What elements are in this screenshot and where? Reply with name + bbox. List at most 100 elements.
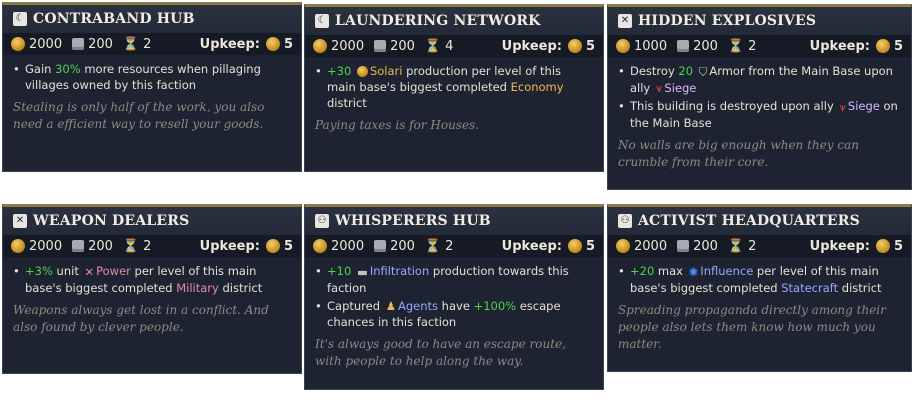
unit-name: Agents bbox=[398, 298, 439, 313]
effect-bullet: • +20 max ✺ Influence per level of this m… bbox=[618, 264, 882, 295]
effect-value: +10 bbox=[327, 264, 352, 278]
card-header: ☾ LAUNDERING NETWORK bbox=[305, 7, 603, 35]
solari-coin-icon bbox=[567, 239, 582, 253]
solari-coin-icon bbox=[313, 39, 327, 53]
upkeep-label: Upkeep: bbox=[809, 238, 870, 254]
hourglass-icon: ⏳ bbox=[727, 238, 745, 254]
solari-coin-icon bbox=[11, 239, 25, 253]
stone-cost: 200 bbox=[390, 238, 415, 254]
gold-cost: 2000 bbox=[331, 38, 365, 54]
card-contraband-hub: ☾ CONTRABAND HUB 2000 200 ⏳ 2 Upkeep: 5 • … bbox=[2, 2, 302, 172]
resource-name: Infiltration bbox=[369, 264, 430, 278]
effect-value: 30% bbox=[55, 62, 81, 76]
swords-icon: ✕ bbox=[618, 14, 632, 28]
solari-coin-icon bbox=[11, 37, 25, 51]
hourglass-icon: ⏳ bbox=[424, 38, 442, 54]
siege-icon: ⩛ bbox=[655, 81, 663, 95]
effect-text: district bbox=[218, 280, 263, 295]
stone-icon bbox=[72, 240, 85, 252]
shield-icon: ⛉ bbox=[698, 64, 708, 79]
effect-bullet: • Captured ♟ Agents have +100% escape cha… bbox=[315, 298, 561, 330]
card-title: HIDDEN EXPLOSIVES bbox=[638, 13, 817, 29]
flavor-text: No walls are big enough when they can cr… bbox=[618, 137, 859, 169]
effect-text: district bbox=[838, 280, 882, 295]
agents-icon: ⚇ bbox=[618, 214, 632, 228]
resource-name: Influence bbox=[700, 264, 754, 278]
cost-row: 2000 200 ⏳ 2 Upkeep: 5 bbox=[608, 235, 911, 257]
effect-bullet: • Gain 30% more resources when pillaging… bbox=[13, 62, 261, 92]
effect-text: Destroy bbox=[630, 64, 679, 78]
card-header: ⚇ WHISPERERS HUB bbox=[305, 207, 603, 235]
hourglass-icon: ⏳ bbox=[424, 238, 442, 254]
flavor-text: It's always good to have an escape route… bbox=[315, 337, 566, 368]
effect-value: +100% bbox=[473, 298, 517, 313]
district-name: Statecraft bbox=[781, 280, 839, 295]
solari-coin-icon bbox=[616, 39, 630, 53]
time-cost: 2 bbox=[143, 36, 152, 52]
cost-row: 2000 200 ⏳ 2 Upkeep: 5 bbox=[3, 235, 301, 257]
agents-icon: ⚇ bbox=[315, 214, 329, 228]
hourglass-icon: ⏳ bbox=[727, 38, 745, 54]
effect-value: +3% bbox=[25, 264, 53, 278]
cost-row: 1000 200 ⏳ 2 Upkeep: 5 bbox=[608, 35, 911, 57]
time-cost: 2 bbox=[445, 238, 454, 254]
time-cost: 2 bbox=[748, 38, 757, 54]
solari-coin-icon bbox=[265, 239, 280, 253]
gold-cost: 2000 bbox=[29, 238, 63, 254]
stone-icon bbox=[374, 40, 387, 52]
gold-cost: 2000 bbox=[29, 36, 63, 52]
mask-icon: ☾ bbox=[315, 14, 329, 28]
flavor-text: Weapons always get lost in a conflict. A… bbox=[13, 302, 269, 334]
swords-icon: ✕ bbox=[13, 214, 27, 228]
stone-cost: 200 bbox=[693, 38, 718, 54]
effect-bullet: • Destroy 20 ⛉ Armor from the Main Base u… bbox=[618, 64, 893, 95]
solari-coin-icon bbox=[567, 39, 582, 53]
siege-icon: ⩛ bbox=[839, 99, 846, 114]
crossed-swords-icon: ✕ bbox=[84, 264, 95, 279]
time-cost: 2 bbox=[748, 238, 757, 254]
card-laundering-network: ☾ LAUNDERING NETWORK 2000 200 ⏳ 4 Upkeep:… bbox=[304, 4, 604, 172]
effect-value: 20 bbox=[678, 64, 694, 78]
time-cost: 4 bbox=[445, 38, 454, 54]
solari-coin-icon bbox=[356, 66, 368, 77]
stone-cost: 200 bbox=[88, 36, 113, 52]
agent-icon: ♟ bbox=[385, 299, 396, 313]
solari-coin-icon bbox=[875, 239, 890, 253]
card-title: ACTIVIST HEADQUARTERS bbox=[638, 213, 860, 229]
card-title: CONTRABAND HUB bbox=[33, 11, 195, 27]
siege-label: Siege bbox=[664, 80, 697, 95]
resource-name: Solari bbox=[369, 64, 403, 78]
effect-text: unit bbox=[52, 264, 83, 278]
effect-text: This building is destroyed upon ally bbox=[630, 99, 838, 113]
effect-bullet: • +30 Solari production per level of thi… bbox=[315, 64, 564, 110]
cost-row: 2000 200 ⏳ 2 Upkeep: 5 bbox=[305, 235, 603, 257]
effect-text: district bbox=[327, 96, 367, 110]
gold-cost: 2000 bbox=[331, 238, 365, 254]
stone-icon bbox=[677, 40, 690, 52]
stone-cost: 200 bbox=[693, 238, 718, 254]
card-title: WEAPON DEALERS bbox=[33, 213, 190, 229]
flavor-text: Spreading propaganda directly among thei… bbox=[618, 302, 886, 351]
card-header: ✕ HIDDEN EXPLOSIVES bbox=[608, 7, 911, 35]
upkeep-value: 5 bbox=[585, 38, 595, 54]
upkeep-value: 5 bbox=[893, 38, 903, 54]
effect-value: +20 bbox=[630, 264, 655, 278]
flavor-text: Paying taxes is for Houses. bbox=[315, 118, 480, 132]
upkeep-label: Upkeep: bbox=[199, 238, 260, 254]
stone-cost: 200 bbox=[390, 38, 415, 54]
district-name: Military bbox=[176, 280, 219, 295]
upkeep-value: 5 bbox=[893, 238, 903, 254]
solari-coin-icon bbox=[616, 239, 630, 253]
card-header: ☾ CONTRABAND HUB bbox=[3, 5, 301, 33]
stat-name: Power bbox=[96, 264, 131, 278]
siege-label: Siege bbox=[847, 99, 880, 113]
upkeep-value: 5 bbox=[585, 238, 595, 254]
card-activist-headquarters: ⚇ ACTIVIST HEADQUARTERS 2000 200 ⏳ 2 Upke… bbox=[607, 204, 912, 372]
card-hidden-explosives: ✕ HIDDEN EXPLOSIVES 1000 200 ⏳ 2 Upkeep: 5… bbox=[607, 4, 912, 190]
effect-bullet: • +10 ▬ Infiltration production towards t… bbox=[315, 264, 569, 295]
cost-row: 2000 200 ⏳ 2 Upkeep: 5 bbox=[3, 33, 301, 55]
card-weapon-dealers: ✕ WEAPON DEALERS 2000 200 ⏳ 2 Upkeep: 5 • … bbox=[2, 204, 302, 374]
effect-text: Captured bbox=[327, 298, 384, 313]
card-whisperers-hub: ⚇ WHISPERERS HUB 2000 200 ⏳ 2 Upkeep: 5 • … bbox=[304, 204, 604, 390]
mask-icon: ☾ bbox=[13, 12, 27, 26]
